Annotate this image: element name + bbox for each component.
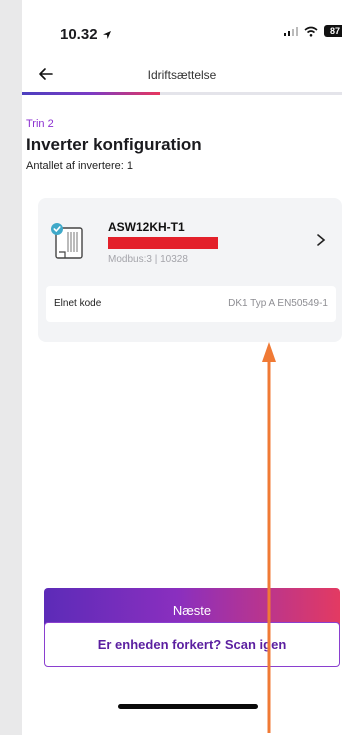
- status-time-group: 10.32: [60, 26, 112, 43]
- battery-icon: 87: [324, 25, 342, 37]
- nav-title: Idriftsættelse: [147, 68, 217, 82]
- device-meta: Modbus:3 | 10328: [108, 254, 188, 265]
- rescan-button[interactable]: Er enheden forkert? Scan igen: [44, 622, 340, 667]
- phone-screen: 10.32 87 Idriftsættelse Trin 2 Inverter …: [22, 0, 342, 735]
- status-bar: 10.32 87: [22, 0, 342, 50]
- signal-icon: [284, 27, 298, 36]
- nav-bar: Idriftsættelse: [22, 60, 342, 92]
- inverter-card: ASW12KH-T1 Modbus:3 | 10328 Elnet kode D…: [38, 198, 342, 342]
- device-name: ASW12KH-T1: [108, 220, 185, 234]
- progress-fill: [22, 92, 160, 95]
- location-arrow-icon: [102, 30, 111, 39]
- inverter-icon: [51, 223, 83, 259]
- grid-code-row[interactable]: Elnet kode DK1 Typ A EN50549-1: [46, 286, 336, 322]
- status-icons: 87: [284, 25, 342, 37]
- status-time: 10.32: [60, 26, 98, 43]
- step-label: Trin 2: [26, 118, 54, 130]
- device-row[interactable]: ASW12KH-T1 Modbus:3 | 10328: [38, 198, 342, 280]
- home-indicator: [118, 704, 258, 709]
- page-title: Inverter konfiguration: [26, 135, 202, 154]
- progress-bar: [22, 92, 342, 95]
- grid-code-label: Elnet kode: [54, 298, 102, 309]
- grid-code-value: DK1 Typ A EN50549-1: [228, 298, 328, 309]
- redacted-serial: [108, 237, 218, 249]
- inverter-count: Antallet af invertere: 1: [26, 160, 134, 172]
- wifi-icon: [304, 26, 318, 37]
- chevron-right-icon: [317, 234, 326, 246]
